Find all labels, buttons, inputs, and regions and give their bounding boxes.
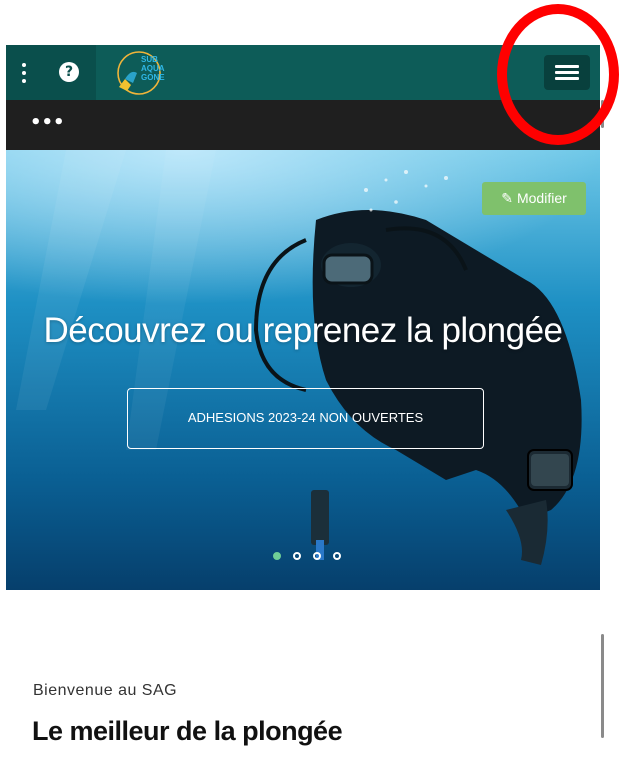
section-heading: Le meilleur de la plongée <box>32 716 343 746</box>
membership-button[interactable]: ADHESIONS 2023-24 NON OUVERTES <box>127 388 484 449</box>
more-options-icon[interactable]: ••• <box>30 112 65 133</box>
carousel-indicators <box>273 552 343 562</box>
kebab-menu-icon[interactable] <box>20 63 28 83</box>
edit-button[interactable]: ✎ Modifier <box>482 182 586 215</box>
welcome-section: Bienvenue au SAG Le meilleur de la plong… <box>6 590 600 784</box>
logo-line-3: GONE <box>141 73 165 82</box>
diver-photo <box>6 150 600 590</box>
site-logo[interactable]: SUB AQUA GONE <box>111 49 177 97</box>
top-navigation-bar: ? SUB AQUA GONE <box>6 45 600 100</box>
pencil-icon: ✎ <box>501 191 513 207</box>
hero-carousel: ✎ Modifier Découvrez ou reprenez la plong… <box>6 150 600 590</box>
page-scrollbar[interactable] <box>600 100 607 755</box>
carousel-dot-4[interactable] <box>333 552 341 560</box>
carousel-dot-1[interactable] <box>273 552 281 560</box>
help-icon[interactable]: ? <box>59 62 79 82</box>
carousel-dot-2[interactable] <box>293 552 301 560</box>
edit-button-label: Modifier <box>516 190 567 206</box>
scrollbar-thumb[interactable] <box>601 634 604 738</box>
scrollbar-thumb-top[interactable] <box>601 100 604 128</box>
logo-line-2: AQUA <box>141 64 165 73</box>
hamburger-menu-icon[interactable] <box>544 55 590 90</box>
hero-title: Découvrez ou reprenez la plongée <box>43 311 563 350</box>
carousel-dot-3[interactable] <box>313 552 321 560</box>
logo-line-1: SUB <box>141 55 158 64</box>
secondary-toolbar: ••• <box>6 100 600 150</box>
welcome-subtitle: Bienvenue au SAG <box>33 682 178 699</box>
admin-toolbar: ? <box>6 45 96 100</box>
